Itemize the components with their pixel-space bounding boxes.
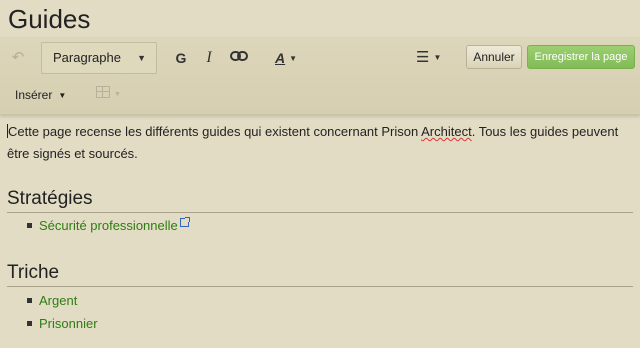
insert-menu-label: Insérer [15,88,53,102]
chevron-down-icon: ▼ [137,53,146,63]
bold-button[interactable]: G [173,48,189,68]
list-item: Argent [27,293,77,309]
text-style-button[interactable]: A ▼ [275,48,305,68]
list-button[interactable]: ☰ ▼ [416,48,446,68]
chevron-down-icon: ▼ [114,91,121,98]
bullet [27,298,32,303]
chevron-down-icon: ▼ [289,54,298,63]
link-securite-professionnelle[interactable]: Sécurité professionnelle [39,218,178,233]
section-heading-strategies: Stratégies [7,188,633,213]
list-item: Prisonnier [27,316,98,332]
table-icon [96,86,110,98]
link-prisonnier[interactable]: Prisonnier [39,316,98,331]
link-argent[interactable]: Argent [39,293,77,308]
save-page-button[interactable]: Enregistrer la page [527,45,635,69]
bullet [27,223,32,228]
intro-paragraph[interactable]: Cette page recense les différents guides… [7,121,633,165]
table-menu[interactable]: ▼ [96,85,121,100]
misspelled-word: Architect [421,124,472,139]
text-style-label: A [275,50,286,66]
chevron-down-icon: ▼ [433,53,442,62]
italic-button[interactable]: I [202,48,216,68]
list-icon: ☰ [416,49,430,66]
bullet [27,321,32,326]
list-item: Sécurité professionnelle [27,217,190,234]
format-select-value: Paragraphe [53,50,121,65]
insert-menu[interactable]: Insérer ▼ [15,88,66,102]
link-icon[interactable] [230,48,248,68]
page-title: Guides [8,4,91,34]
external-link-icon [179,217,190,227]
chevron-down-icon: ▼ [58,91,67,100]
undo-icon[interactable]: ↶ [8,49,28,67]
toolbar-row-secondary: Insérer ▼ ▼ [0,79,640,115]
cancel-button[interactable]: Annuler [466,45,522,69]
format-select[interactable]: Paragraphe ▼ [41,42,157,74]
intro-text-start: Cette page recense les différents guides… [8,124,422,139]
section-heading-triche: Triche [7,262,633,287]
